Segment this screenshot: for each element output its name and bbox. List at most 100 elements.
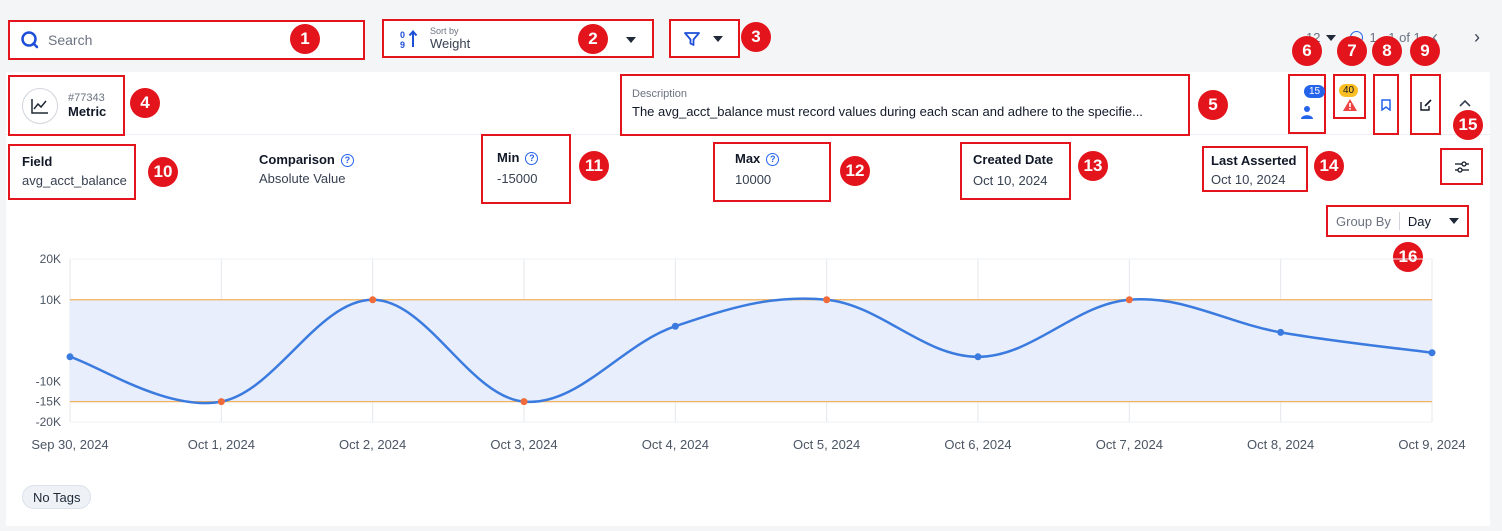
x-tick-label: Oct 2, 2024: [339, 437, 406, 452]
chevron-down-icon: [626, 37, 636, 43]
max-info: Max? 10000: [713, 142, 831, 202]
x-tick-label: Oct 7, 2024: [1096, 437, 1163, 452]
sort-icon: 0 9: [400, 29, 418, 49]
group-by-value: Day: [1407, 213, 1432, 229]
callout-3: 3: [741, 22, 771, 52]
y-tick-label: 20K: [40, 252, 61, 266]
check-id: #77343: [68, 92, 105, 104]
anomaly-count-badge: 40: [1339, 84, 1359, 97]
callout-15: 15: [1453, 110, 1483, 140]
callout-2: 2: [578, 24, 608, 54]
line-chart-icon: [22, 87, 58, 124]
callout-11: 11: [579, 151, 609, 181]
x-tick-label: Oct 9, 2024: [1398, 437, 1465, 452]
created-info: Created Date Oct 10, 2024: [960, 142, 1071, 200]
x-tick-label: Oct 6, 2024: [944, 437, 1011, 452]
x-tick-label: Oct 5, 2024: [793, 437, 860, 452]
comparison-label: Comparison: [259, 152, 335, 167]
callout-12: 12: [840, 156, 870, 186]
description-text: The avg_acct_balance must record values …: [632, 104, 1143, 119]
filter-button[interactable]: [669, 19, 740, 58]
check-type: Metric: [68, 104, 107, 119]
callout-7: 7: [1337, 36, 1367, 66]
help-icon[interactable]: ?: [766, 153, 780, 167]
sliders-icon: [1454, 160, 1469, 173]
bookmark-icon: [1381, 98, 1391, 111]
group-by-label: Group By: [1336, 213, 1391, 229]
chevron-down-icon[interactable]: [1326, 34, 1337, 41]
group-by-dropdown[interactable]: Group By Day: [1326, 205, 1469, 237]
created-value: Oct 10, 2024: [973, 173, 1048, 188]
data-point[interactable]: [520, 398, 528, 406]
field-value: avg_acct_balance: [22, 173, 127, 188]
data-point[interactable]: [1277, 328, 1285, 336]
x-axis-ticks: Sep 30, 2024 Oct 1, 2024 Oct 2, 2024 Oct 3,…: [31, 437, 1465, 452]
description-box[interactable]: Description The avg_acct_balance must re…: [620, 74, 1190, 136]
sort-caption: Sort by: [430, 26, 459, 36]
callout-5: 5: [1198, 90, 1228, 120]
tags-badge[interactable]: No Tags: [22, 485, 92, 509]
field-info: Field avg_acct_balance: [8, 144, 136, 200]
x-tick-label: Oct 4, 2024: [642, 437, 709, 452]
callout-13: 13: [1078, 151, 1108, 181]
field-label: Field: [22, 154, 53, 169]
x-tick-label: Oct 3, 2024: [490, 437, 557, 452]
svg-text:9: 9: [400, 40, 405, 49]
data-point[interactable]: [974, 353, 982, 361]
edit-icon: [1419, 98, 1432, 111]
next-page-icon[interactable]: ›: [1474, 27, 1480, 48]
data-point[interactable]: [823, 296, 831, 304]
x-tick-label: Oct 1, 2024: [188, 437, 255, 452]
metric-line-chart: 20K 10K -10K -15K -20K Sep 30, 2024 Oct 1, 20…: [31, 252, 1465, 452]
last-asserted-label: Last Asserted: [1211, 153, 1297, 168]
callout-9: 9: [1410, 36, 1440, 66]
check-header[interactable]: #77343 Metric: [8, 75, 125, 136]
last-asserted-info: Last Asserted Oct 10, 2024: [1202, 146, 1308, 192]
svg-text:0: 0: [400, 30, 405, 40]
assignees-button[interactable]: 15: [1288, 74, 1326, 134]
sort-dropdown[interactable]: 0 9 Sort by Weight: [382, 19, 654, 58]
created-label: Created Date: [973, 152, 1054, 167]
max-label: Max: [735, 151, 761, 166]
divider: [1398, 212, 1400, 230]
edit-button[interactable]: [1410, 74, 1441, 135]
bookmark-button[interactable]: [1373, 74, 1399, 135]
data-point[interactable]: [369, 296, 377, 304]
callout-10: 10: [148, 157, 178, 187]
warning-icon: [1342, 98, 1357, 111]
min-value: -15000: [497, 171, 538, 187]
help-icon[interactable]: ?: [340, 154, 354, 168]
data-point[interactable]: [1428, 349, 1436, 357]
filter-icon: [684, 31, 700, 46]
min-info: Min? -15000: [481, 134, 571, 204]
anomalies-button[interactable]: 40: [1333, 74, 1366, 119]
y-axis-ticks: 20K 10K -10K -15K -20K: [36, 252, 61, 429]
help-icon[interactable]: ?: [525, 152, 539, 166]
callout-14: 14: [1314, 151, 1344, 181]
callout-6: 6: [1292, 36, 1322, 66]
sort-value: Weight: [430, 36, 471, 51]
data-point[interactable]: [66, 353, 74, 361]
comparison-info: Comparison? Absolute Value: [259, 152, 354, 186]
chevron-down-icon: [1449, 218, 1460, 224]
y-tick-label: -15K: [36, 395, 61, 409]
search-input[interactable]: Search: [48, 32, 92, 48]
search-icon: [21, 31, 39, 49]
callout-4: 4: [130, 88, 160, 118]
data-point[interactable]: [671, 322, 679, 330]
callout-1: 1: [290, 24, 320, 54]
comparison-value: Absolute Value: [259, 171, 346, 187]
y-tick-label: -20K: [36, 415, 61, 429]
threshold-band: [70, 299, 1432, 402]
chevron-down-icon: [713, 35, 723, 42]
chevron-up-icon[interactable]: [1458, 98, 1472, 108]
chart-settings-button[interactable]: [1440, 148, 1483, 185]
data-point[interactable]: [1125, 296, 1133, 304]
y-tick-label: -10K: [36, 374, 61, 388]
data-point[interactable]: [217, 398, 225, 406]
x-tick-label: Sep 30, 2024: [31, 437, 108, 452]
callout-8: 8: [1372, 36, 1402, 66]
max-value: 10000: [735, 172, 772, 188]
x-tick-label: Oct 8, 2024: [1247, 437, 1314, 452]
y-tick-label: 10K: [40, 293, 61, 307]
